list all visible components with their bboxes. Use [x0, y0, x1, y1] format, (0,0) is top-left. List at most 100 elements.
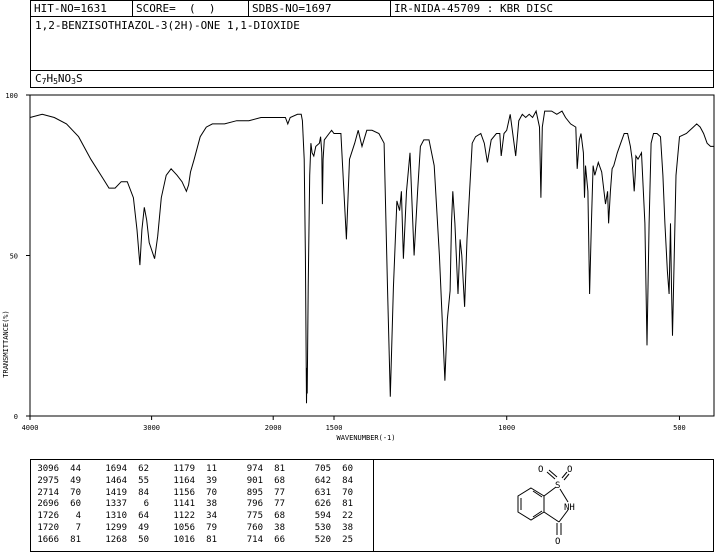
peak-table-column: 3096 44 2975 49 2714 70 2696 60 1726 4 1720 7 1666 81 — [33, 464, 81, 547]
y-tick-label: 50 — [10, 253, 18, 261]
source-label: IR-NIDA-45709 : KBR DISC — [394, 2, 553, 15]
x-tick-label: 2000 — [265, 424, 282, 432]
peak-transmittance: 70 — [70, 487, 81, 498]
peak-wavenumber: 1337 — [105, 499, 127, 510]
bond-s-o1 — [548, 469, 558, 478]
peak-transmittance: 49 — [138, 522, 149, 533]
peak-transmittance: 34 — [206, 511, 217, 522]
peak-wavenumber: 3096 — [37, 464, 59, 474]
x-tick-label: 500 — [673, 424, 686, 432]
peak-wavenumber: 974 — [246, 464, 263, 474]
y-tick-label: 0 — [14, 413, 18, 421]
peak-table-column: 1179 11 1164 39 1156 70 1141 38 1122 34 1056 79 1016… — [169, 464, 217, 547]
compound-name-box: 1,2-BENZISOTHIAZOL-3(2H)-ONE 1,1-DIOXIDE — [30, 16, 714, 71]
peak-wavenumber: 1299 — [105, 522, 127, 533]
peak-row: 1337 6 — [101, 499, 149, 511]
peak-row: 714 66 — [237, 535, 285, 547]
peak-transmittance: 68 — [274, 475, 285, 486]
peak-wavenumber: 642 — [314, 475, 331, 486]
peak-row: 1268 50 — [101, 535, 149, 547]
peak-row: 1299 49 — [101, 523, 149, 535]
peak-transmittance: 81 — [342, 499, 353, 510]
peak-wavenumber: 1694 — [105, 464, 127, 474]
bond-s-o1 — [546, 471, 556, 480]
peak-wavenumber: 1016 — [173, 534, 195, 545]
peak-transmittance: 11 — [206, 464, 217, 474]
bond-c-c — [543, 511, 560, 523]
peak-wavenumber: 901 — [246, 475, 263, 486]
peak-transmittance: 81 — [206, 534, 217, 545]
peak-wavenumber: 2975 — [37, 475, 59, 486]
header-bar: HIT-NO=1631 SCORE= ( ) SDBS-NO=1697 IR-N… — [30, 0, 714, 17]
peak-transmittance: 70 — [342, 487, 353, 498]
molecular-formula: C7H5NO3S — [35, 72, 83, 86]
spectrum-line — [29, 109, 714, 404]
peak-wavenumber: 1141 — [173, 499, 195, 510]
peak-row: 631 70 — [305, 488, 353, 500]
peak-row: 3096 44 — [33, 464, 81, 476]
peak-wavenumber: 594 — [314, 511, 331, 522]
peak-row: 1419 84 — [101, 488, 149, 500]
peak-transmittance: 60 — [342, 464, 353, 474]
peak-transmittance: 62 — [138, 464, 149, 474]
peak-wavenumber: 1310 — [105, 511, 127, 522]
x-tick-label: 1000 — [498, 424, 515, 432]
peak-row: 1164 39 — [169, 476, 217, 488]
x-axis-label: WAVENUMBER(-1) — [336, 434, 395, 442]
peak-wavenumber: 1164 — [173, 475, 195, 486]
peak-transmittance: 81 — [70, 534, 81, 545]
peak-transmittance: 70 — [206, 487, 217, 498]
peak-row: 1056 79 — [169, 523, 217, 535]
peak-row: 775 68 — [237, 511, 285, 523]
peak-row: 520 25 — [305, 535, 353, 547]
peak-transmittance: 77 — [274, 487, 285, 498]
peak-transmittance: 68 — [274, 511, 285, 522]
peak-wavenumber: 1056 — [173, 522, 195, 533]
peak-transmittance: 79 — [206, 522, 217, 533]
peak-row: 1464 55 — [101, 476, 149, 488]
peak-wavenumber: 1156 — [173, 487, 195, 498]
atom-o3: O — [555, 537, 560, 547]
peak-table-column: 974 81 901 68 895 77 796 77 775 68 760 38 714 66 — [237, 464, 285, 547]
peak-transmittance: 81 — [274, 464, 285, 474]
benzene-ring — [517, 487, 545, 521]
peak-row: 974 81 — [237, 464, 285, 476]
peak-row: 1016 81 — [169, 535, 217, 547]
atom-s: S — [555, 481, 560, 491]
peak-transmittance: 6 — [143, 499, 149, 510]
x-tick-label: 1500 — [326, 424, 343, 432]
peak-wavenumber: 631 — [314, 487, 331, 498]
peak-row: 2696 60 — [33, 499, 81, 511]
peak-transmittance: 60 — [70, 499, 81, 510]
peak-row: 2714 70 — [33, 488, 81, 500]
compound-name: 1,2-BENZISOTHIAZOL-3(2H)-ONE 1,1-DIOXIDE — [35, 19, 300, 32]
peak-row: 594 22 — [305, 511, 353, 523]
peak-wavenumber: 520 — [314, 534, 331, 545]
peak-transmittance: 49 — [70, 475, 81, 486]
plot-frame — [29, 94, 715, 417]
formula-element: NO — [57, 72, 72, 85]
peak-table-column: 1694 62 1464 55 1419 84 1337 6 1310 64 1299 49 1268 5… — [101, 464, 149, 547]
peak-row: 626 81 — [305, 499, 353, 511]
structure-diagram: S O O NH O — [517, 465, 575, 547]
formula-element: C — [35, 72, 42, 85]
peak-wavenumber: 760 — [246, 522, 263, 533]
peak-transmittance: 84 — [138, 487, 149, 498]
peak-row: 1666 81 — [33, 535, 81, 547]
peak-wavenumber: 1726 — [37, 511, 59, 522]
peak-table-column: 705 60 642 84 631 70 626 81 594 22 530 38 520 25 — [305, 464, 353, 547]
structure-box: S O O NH O — [373, 459, 714, 552]
peak-wavenumber: 1464 — [105, 475, 127, 486]
peak-row: 901 68 — [237, 476, 285, 488]
peak-row: 705 60 — [305, 464, 353, 476]
peak-table-box: 3096 44 2975 49 2714 70 2696 60 1726 4 1720 7 1666 81… — [30, 459, 374, 552]
peak-row: 1156 70 — [169, 488, 217, 500]
peak-transmittance: 77 — [274, 499, 285, 510]
score-label: SCORE= ( ) — [133, 1, 249, 17]
peak-transmittance: 64 — [138, 511, 149, 522]
peak-transmittance: 66 — [274, 534, 285, 545]
peak-row: 1179 11 — [169, 464, 217, 476]
x-tick-label: 3000 — [143, 424, 160, 432]
peak-wavenumber: 530 — [314, 522, 331, 533]
peak-row: 895 77 — [237, 488, 285, 500]
